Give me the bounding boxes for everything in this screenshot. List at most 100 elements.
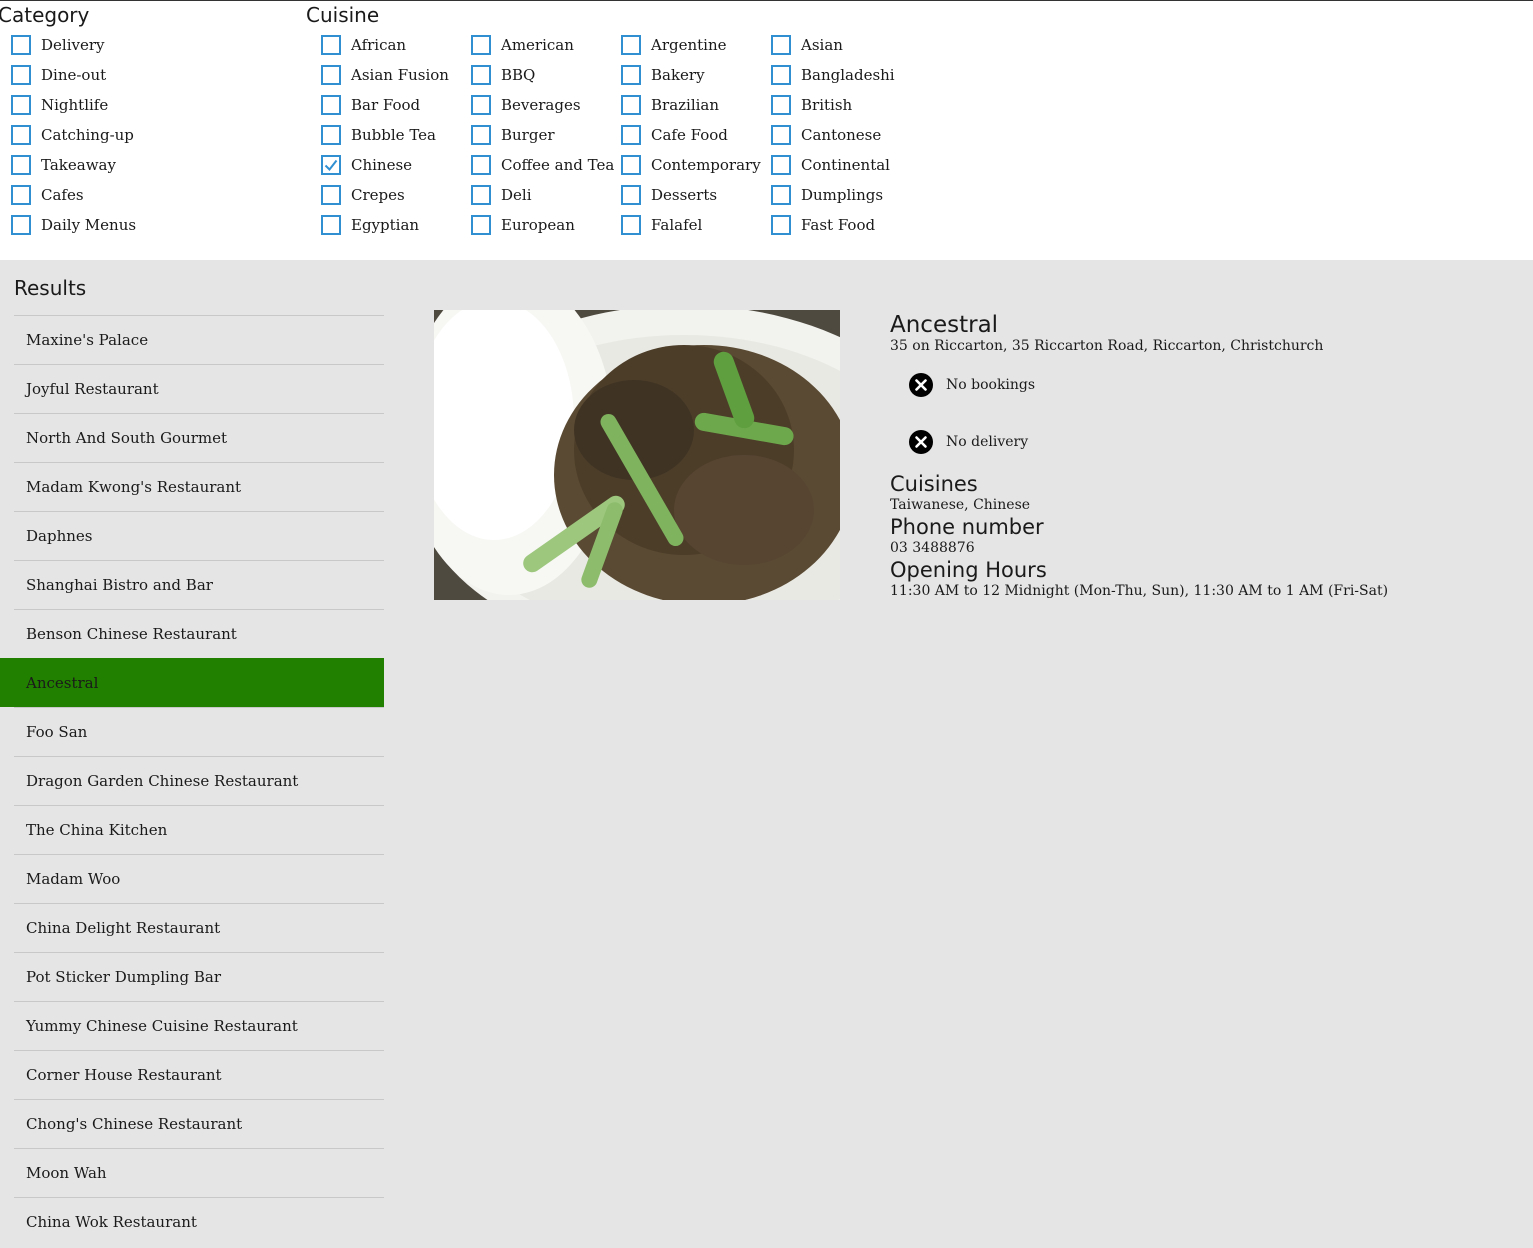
result-item-china-wok-restaurant[interactable]: China Wok Restaurant [14, 1197, 384, 1246]
result-item-label: Moon Wah [26, 1164, 107, 1182]
cuisine-column: African Asian Fusion Bar Food Bubble Tea Chi… [321, 30, 449, 240]
checkbox-box[interactable] [321, 95, 341, 115]
checkbox-box[interactable] [771, 125, 791, 145]
checkbox-dine-out[interactable]: Dine-out [11, 60, 136, 90]
checkbox-box[interactable] [771, 215, 791, 235]
result-item-label: Madam Woo [26, 870, 121, 888]
checkbox-argentine[interactable]: Argentine [621, 30, 761, 60]
checkbox-box[interactable] [621, 95, 641, 115]
checkbox-bbq[interactable]: BBQ [471, 60, 614, 90]
checkbox-box[interactable] [621, 125, 641, 145]
checkbox-nightlife[interactable]: Nightlife [11, 90, 136, 120]
result-item-label: Benson Chinese Restaurant [26, 625, 237, 643]
checkbox-asian-fusion[interactable]: Asian Fusion [321, 60, 449, 90]
result-item-ancestral[interactable]: Ancestral [0, 658, 384, 707]
checkbox-bubble-tea[interactable]: Bubble Tea [321, 120, 449, 150]
checkbox-box[interactable] [471, 215, 491, 235]
checkbox-egyptian[interactable]: Egyptian [321, 210, 449, 240]
result-item-shanghai-bistro-and-bar[interactable]: Shanghai Bistro and Bar [14, 560, 384, 609]
checkbox-label: Continental [801, 156, 890, 174]
result-item-madam-woo[interactable]: Madam Woo [14, 854, 384, 903]
checkbox-box[interactable] [321, 65, 341, 85]
checkbox-box[interactable] [771, 155, 791, 175]
delivery-label: No delivery [946, 434, 1029, 450]
result-item-chong-s-chinese-restaurant[interactable]: Chong's Chinese Restaurant [14, 1099, 384, 1148]
checkbox-box[interactable] [621, 215, 641, 235]
checkbox-box[interactable] [11, 95, 31, 115]
result-item-the-china-kitchen[interactable]: The China Kitchen [14, 805, 384, 854]
checkbox-african[interactable]: African [321, 30, 449, 60]
food-photo-image [434, 310, 840, 600]
checkbox-box[interactable] [621, 65, 641, 85]
checkbox-american[interactable]: American [471, 30, 614, 60]
checkbox-box[interactable] [621, 155, 641, 175]
checkbox-daily-menus[interactable]: Daily Menus [11, 210, 136, 240]
result-item-moon-wah[interactable]: Moon Wah [14, 1148, 384, 1197]
result-item-maxine-s-palace[interactable]: Maxine's Palace [14, 315, 384, 364]
checkbox-cafes[interactable]: Cafes [11, 180, 136, 210]
checkbox-delivery[interactable]: Delivery [11, 30, 136, 60]
result-item-foo-san[interactable]: Foo San [14, 707, 384, 756]
checkbox-burger[interactable]: Burger [471, 120, 614, 150]
checkbox-falafel[interactable]: Falafel [621, 210, 761, 240]
checkbox-box[interactable] [471, 155, 491, 175]
result-item-daphnes[interactable]: Daphnes [14, 511, 384, 560]
checkbox-box[interactable] [471, 35, 491, 55]
checkbox-bakery[interactable]: Bakery [621, 60, 761, 90]
result-item-dragon-garden-chinese-restaurant[interactable]: Dragon Garden Chinese Restaurant [14, 756, 384, 805]
checkbox-fast-food[interactable]: Fast Food [771, 210, 895, 240]
checkbox-european[interactable]: European [471, 210, 614, 240]
result-item-benson-chinese-restaurant[interactable]: Benson Chinese Restaurant [14, 609, 384, 658]
checkmark-icon[interactable] [321, 155, 341, 175]
checkbox-contemporary[interactable]: Contemporary [621, 150, 761, 180]
checkbox-asian[interactable]: Asian [771, 30, 895, 60]
checkbox-brazilian[interactable]: Brazilian [621, 90, 761, 120]
checkbox-catching-up[interactable]: Catching-up [11, 120, 136, 150]
checkbox-box[interactable] [11, 155, 31, 175]
checkbox-box[interactable] [771, 35, 791, 55]
checkbox-box[interactable] [471, 95, 491, 115]
checkbox-label: Argentine [651, 36, 727, 54]
checkbox-british[interactable]: British [771, 90, 895, 120]
checkbox-dumplings[interactable]: Dumplings [771, 180, 895, 210]
result-item-china-delight-restaurant[interactable]: China Delight Restaurant [14, 903, 384, 952]
checkbox-box[interactable] [11, 185, 31, 205]
checkbox-box[interactable] [471, 125, 491, 145]
checkbox-cantonese[interactable]: Cantonese [771, 120, 895, 150]
checkbox-deli[interactable]: Deli [471, 180, 614, 210]
checkbox-box[interactable] [471, 185, 491, 205]
checkbox-box[interactable] [771, 65, 791, 85]
checkbox-bangladeshi[interactable]: Bangladeshi [771, 60, 895, 90]
checkbox-label: Daily Menus [41, 216, 137, 234]
checkbox-box[interactable] [11, 125, 31, 145]
checkbox-chinese[interactable]: Chinese [321, 150, 449, 180]
result-item-pot-sticker-dumpling-bar[interactable]: Pot Sticker Dumpling Bar [14, 952, 384, 1001]
result-item-yummy-chinese-cuisine-restaurant[interactable]: Yummy Chinese Cuisine Restaurant [14, 1001, 384, 1050]
result-item-joyful-restaurant[interactable]: Joyful Restaurant [14, 364, 384, 413]
checkbox-box[interactable] [321, 35, 341, 55]
checkbox-box[interactable] [11, 215, 31, 235]
checkbox-box[interactable] [621, 185, 641, 205]
checkbox-crepes[interactable]: Crepes [321, 180, 449, 210]
checkbox-box[interactable] [471, 65, 491, 85]
result-item-north-and-south-gourmet[interactable]: North And South Gourmet [14, 413, 384, 462]
checkbox-box[interactable] [321, 125, 341, 145]
result-item-madam-kwong-s-restaurant[interactable]: Madam Kwong's Restaurant [14, 462, 384, 511]
checkbox-box[interactable] [11, 35, 31, 55]
checkbox-desserts[interactable]: Desserts [621, 180, 761, 210]
checkbox-cafe-food[interactable]: Cafe Food [621, 120, 761, 150]
checkbox-label: Fast Food [801, 216, 876, 234]
checkbox-coffee-and-tea[interactable]: Coffee and Tea [471, 150, 614, 180]
checkbox-label: Takeaway [41, 156, 116, 174]
checkbox-box[interactable] [771, 95, 791, 115]
checkbox-box[interactable] [321, 215, 341, 235]
checkbox-bar-food[interactable]: Bar Food [321, 90, 449, 120]
result-item-corner-house-restaurant[interactable]: Corner House Restaurant [14, 1050, 384, 1099]
checkbox-takeaway[interactable]: Takeaway [11, 150, 136, 180]
checkbox-box[interactable] [11, 65, 31, 85]
checkbox-beverages[interactable]: Beverages [471, 90, 614, 120]
checkbox-continental[interactable]: Continental [771, 150, 895, 180]
checkbox-box[interactable] [621, 35, 641, 55]
checkbox-box[interactable] [321, 185, 341, 205]
checkbox-box[interactable] [771, 185, 791, 205]
